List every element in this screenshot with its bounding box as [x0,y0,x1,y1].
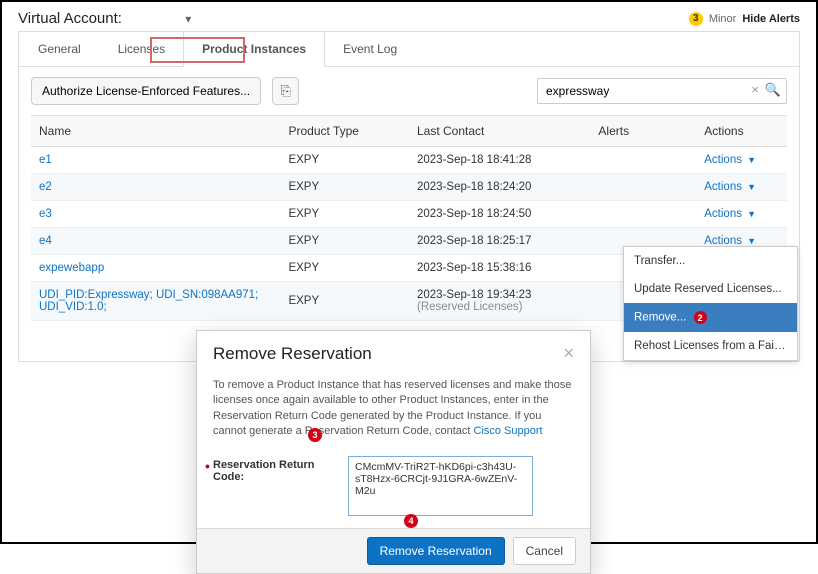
hide-alerts-link[interactable]: Hide Alerts [742,13,800,25]
remove-reservation-button[interactable]: Remove Reservation [367,537,505,565]
tab-product-instances[interactable]: Product Instances [183,31,325,67]
remove-reservation-modal: Remove Reservation × To remove a Product… [196,330,591,574]
export-icon-button[interactable]: ⎘ [272,77,298,105]
table-row: e1 EXPY2023-Sep-18 18:41:28 Actions ▼ [31,147,787,174]
instance-name-link[interactable]: expewebapp [39,262,104,274]
search-clear-icon[interactable]: × [751,82,759,97]
instance-name-link[interactable]: UDI_PID:Expressway; UDI_SN:098AA971; UDI… [39,289,258,313]
instance-name-link[interactable]: e3 [39,208,52,220]
dropdown-rehost[interactable]: Rehost Licenses from a Failed Product... [624,332,797,360]
callout-4: 4 [404,514,418,528]
table-row: e3 EXPY2023-Sep-18 18:24:50 Actions ▼ [31,201,787,228]
dropdown-transfer[interactable]: Transfer... [624,247,797,275]
col-alerts[interactable]: Alerts [590,116,696,147]
cell-type: EXPY [280,174,409,201]
tab-general[interactable]: General [19,31,100,66]
alert-count-badge[interactable]: 3 [689,12,703,26]
virtual-account-label: Virtual Account: [18,10,122,27]
authorize-button[interactable]: Authorize License-Enforced Features... [31,77,261,105]
cell-type: EXPY [280,201,409,228]
cell-last: 2023-Sep-18 18:24:50 [409,201,590,228]
actions-menu-link[interactable]: Actions ▼ [704,154,756,166]
return-code-label: Reservation Return Code: [213,456,338,483]
alert-level-label: Minor [709,13,737,25]
dropdown-remove-label: Remove... [634,312,686,324]
cell-last: 2023-Sep-18 18:41:28 [409,147,590,174]
instance-name-link[interactable]: e1 [39,154,52,166]
col-actions[interactable]: Actions [696,116,787,147]
cell-type: EXPY [280,228,409,255]
instance-name-link[interactable]: e4 [39,235,52,247]
modal-title: Remove Reservation [213,344,372,364]
cell-type: EXPY [280,147,409,174]
col-name[interactable]: Name [31,116,280,147]
tab-licenses[interactable]: Licenses [99,31,184,66]
search-input[interactable] [537,78,787,104]
instance-name-link[interactable]: e2 [39,181,52,193]
search-icon[interactable]: 🔍 [765,82,781,98]
dropdown-update[interactable]: Update Reserved Licenses... [624,275,797,303]
actions-menu-link[interactable]: Actions ▼ [704,181,756,193]
cell-last: 2023-Sep-18 18:24:20 [409,174,590,201]
cancel-button[interactable]: Cancel [513,537,576,565]
table-row: e2 EXPY2023-Sep-18 18:24:20 Actions ▼ [31,174,787,201]
modal-close-icon[interactable]: × [563,343,574,364]
cell-type: EXPY [280,282,409,321]
actions-menu-link[interactable]: Actions ▼ [704,208,756,220]
tab-event-log[interactable]: Event Log [324,31,416,66]
col-last[interactable]: Last Contact [409,116,590,147]
dropdown-remove[interactable]: Remove... 2 [624,303,797,332]
return-code-textarea[interactable] [348,456,533,516]
col-type[interactable]: Product Type [280,116,409,147]
actions-dropdown: Transfer... Update Reserved Licenses... … [623,246,798,361]
cell-last: 2023-Sep-18 18:25:17 [409,228,590,255]
virtual-account-dropdown[interactable]: ▾ [185,12,191,26]
cell-alerts [590,201,696,228]
cell-last: 2023-Sep-18 15:38:16 [409,255,590,282]
cisco-support-link[interactable]: Cisco Support [474,425,543,437]
cell-type: EXPY [280,255,409,282]
cell-last: 2023-Sep-18 19:34:23 (Reserved Licenses) [409,282,590,321]
callout-2: 2 [694,311,707,324]
cell-alerts [590,147,696,174]
callout-3: 3 [308,428,322,442]
cell-alerts [590,174,696,201]
